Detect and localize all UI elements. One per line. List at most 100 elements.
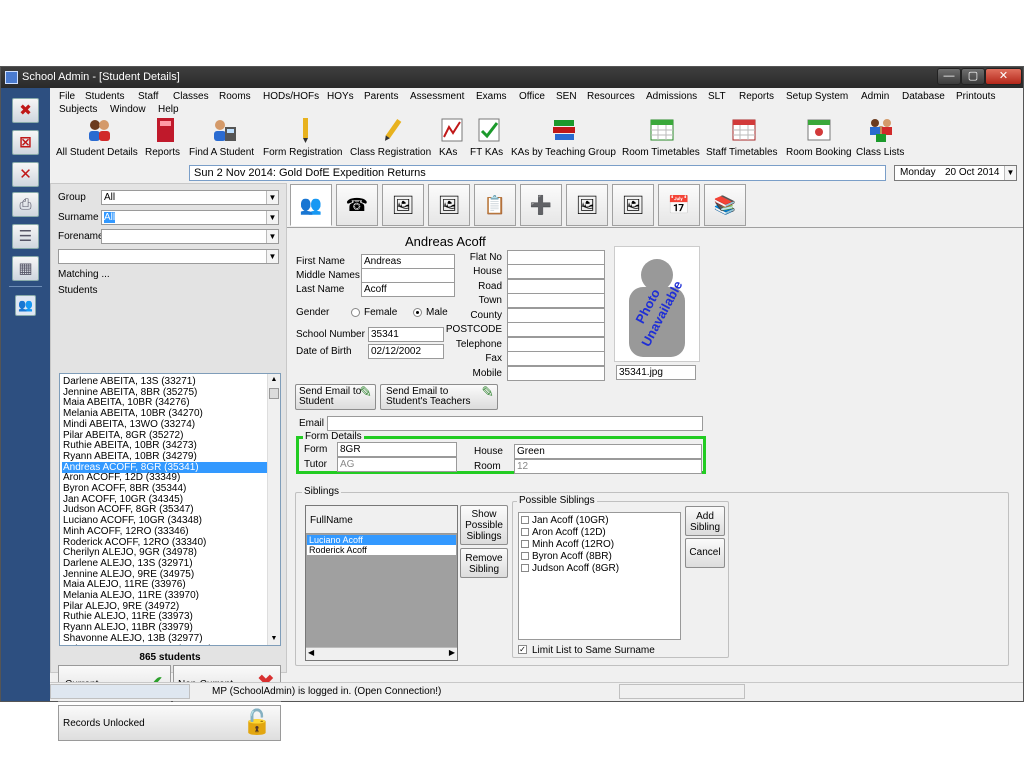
possible-sibling-item[interactable]: Jan Acoff (10GR): [521, 515, 609, 526]
maximize-button[interactable]: ▢: [961, 68, 985, 85]
possible-sibling-checkbox[interactable]: [521, 516, 529, 525]
menu-subjects[interactable]: Subjects: [59, 104, 97, 115]
menu-hoys[interactable]: HOYs: [327, 91, 354, 102]
possible-sibling-checkbox[interactable]: [521, 528, 529, 537]
menu-assessment[interactable]: Assessment: [410, 91, 464, 102]
gender-female-radio[interactable]: [351, 308, 360, 317]
room-booking-button[interactable]: Room Booking: [786, 117, 852, 161]
possible-sibling-item[interactable]: Aron Acoff (12D): [521, 527, 606, 538]
scroll-up-icon[interactable]: ▲: [269, 375, 279, 385]
date-of-birth-field[interactable]: 02/12/2002: [368, 344, 444, 359]
student-list-item[interactable]: Luciano ACOFF, 10GR (34348): [62, 515, 268, 526]
student-list-item[interactable]: Maia ABEITA, 10BR (34276): [62, 397, 268, 408]
limit-same-surname-checkbox[interactable]: ✓: [518, 645, 527, 654]
scroll-right-icon[interactable]: ▶: [449, 648, 455, 657]
menu-help[interactable]: Help: [158, 104, 179, 115]
gender-male-radio[interactable]: [413, 308, 422, 317]
tab-behaviour[interactable]: 🖼: [428, 184, 470, 226]
road-field[interactable]: [507, 279, 605, 294]
possible-sibling-checkbox[interactable]: [521, 564, 529, 573]
possible-sibling-item[interactable]: Byron Acoff (8BR): [521, 551, 612, 562]
telephone-field[interactable]: [507, 337, 605, 352]
menu-sen[interactable]: SEN: [556, 91, 577, 102]
possible-sibling-item[interactable]: Minh Acoff (12RO): [521, 539, 614, 550]
sibling-row[interactable]: Luciano Acoff: [307, 535, 456, 545]
staff-timetables-button[interactable]: Staff Timetables: [706, 117, 782, 161]
fax-field[interactable]: [507, 351, 605, 366]
fullname-column-header[interactable]: FullName: [310, 515, 353, 526]
postcode-field[interactable]: [507, 322, 605, 337]
menu-reports[interactable]: Reports: [739, 91, 774, 102]
send-email-to-teachers-button[interactable]: Send Email to Student's Teachers ✎: [380, 384, 498, 410]
menu-exams[interactable]: Exams: [476, 91, 507, 102]
student-list-item[interactable]: Minh ACOFF, 12RO (33346): [62, 526, 268, 537]
menu-slt[interactable]: SLT: [708, 91, 726, 102]
menu-office[interactable]: Office: [519, 91, 545, 102]
student-list-item[interactable]: Ryann ALEJO, 11BR (33979): [62, 622, 268, 633]
tab-parents[interactable]: 🖼: [612, 184, 654, 226]
house-field[interactable]: [507, 264, 605, 279]
email-field[interactable]: [327, 416, 703, 431]
print-button[interactable]: ⎙: [12, 192, 39, 217]
house-field[interactable]: Green: [514, 444, 702, 459]
possible-siblings-list[interactable]: Jan Acoff (10GR) Aron Acoff (12D) Minh Aco…: [518, 512, 681, 640]
form-registration-button[interactable]: Form Registration: [263, 117, 346, 161]
close-all-button[interactable]: ⊠: [12, 130, 39, 155]
cancel-button[interactable]: ✕: [12, 162, 39, 187]
room-timetables-button[interactable]: Room Timetables: [622, 117, 702, 161]
tab-personal-details[interactable]: 👥: [290, 184, 332, 226]
student-list-item[interactable]: Jan ACOFF, 10GR (34345): [62, 494, 268, 505]
scroll-down-icon[interactable]: ▼: [269, 634, 279, 644]
records-lock-button[interactable]: Records Unlocked 🔓: [58, 705, 281, 741]
student-list-item[interactable]: Ryann ABEITA, 10BR (34279): [62, 451, 268, 462]
menu-file[interactable]: File: [59, 91, 75, 102]
reports-button[interactable]: Reports: [145, 117, 185, 161]
kas-by-teaching-group-button[interactable]: KAs by Teaching Group: [511, 117, 617, 161]
town-field[interactable]: [507, 293, 605, 308]
siblings-horizontal-scrollbar[interactable]: ◀ ▶: [306, 647, 457, 660]
menu-printouts[interactable]: Printouts: [956, 91, 995, 102]
student-list-item[interactable]: Jennine ALEJO, 9RE (34975): [62, 569, 268, 580]
minimize-button[interactable]: —: [937, 68, 961, 85]
student-list-item[interactable]: Judson ACOFF, 8GR (35347): [62, 504, 268, 515]
remove-sibling-button[interactable]: Remove Sibling: [460, 548, 508, 578]
student-list-item[interactable]: Aron ACOFF, 12D (33349): [62, 472, 268, 483]
cancel-sibling-button[interactable]: Cancel: [685, 538, 725, 568]
form-field[interactable]: 8GR: [337, 442, 457, 457]
student-list-item[interactable]: Andreas ACOFF, 8GR (35341): [62, 461, 268, 473]
student-list-item[interactable]: Pilar ALEJO, 9RE (34972): [62, 601, 268, 612]
close-button[interactable]: ✕: [985, 68, 1022, 85]
student-list-item[interactable]: Byron ACOFF, 8BR (35344): [62, 483, 268, 494]
student-list-item[interactable]: Maia ALEJO, 11RE (33976): [62, 579, 268, 590]
tab-timetable[interactable]: 📅: [658, 184, 700, 226]
student-list-item[interactable]: Pilar ABEITA, 8GR (35272): [62, 430, 268, 441]
menu-resources[interactable]: Resources: [587, 91, 635, 102]
possible-sibling-checkbox[interactable]: [521, 540, 529, 549]
add-sibling-button[interactable]: Add Sibling: [685, 506, 725, 536]
forename-select[interactable]: ▼: [101, 229, 279, 244]
student-list-item[interactable]: Melania ALEJO, 11RE (33970): [62, 590, 268, 601]
tab-contacts[interactable]: ☎: [336, 184, 378, 226]
kas-button[interactable]: KAs: [439, 117, 465, 161]
student-list-item[interactable]: Darlene ABEITA, 13S (33271): [62, 376, 268, 387]
student-list[interactable]: Darlene ABEITA, 13S (33271) Jennine ABEIT…: [59, 373, 281, 646]
county-field[interactable]: [507, 308, 605, 323]
find-a-student-button[interactable]: Find A Student: [189, 117, 259, 161]
student-list-scrollbar[interactable]: ▲ ▼: [267, 374, 280, 645]
room-field[interactable]: 12: [514, 459, 702, 474]
student-list-item[interactable]: Mindi ABEITA, 13WO (33274): [62, 419, 268, 430]
menu-parents[interactable]: Parents: [364, 91, 398, 102]
student-list-item[interactable]: Ruthie ABEITA, 10BR (34273): [62, 440, 268, 451]
ft-kas-button[interactable]: FT KAs: [470, 117, 508, 161]
menu-students[interactable]: Students: [85, 91, 124, 102]
mobile-field[interactable]: [507, 366, 605, 381]
flat-no-field[interactable]: [507, 250, 605, 265]
student-list-item[interactable]: Roderick ACOFF, 12RO (33340): [62, 537, 268, 548]
scroll-thumb[interactable]: [269, 388, 279, 399]
possible-sibling-checkbox[interactable]: [521, 552, 529, 561]
student-list-item[interactable]: Melania ABEITA, 10BR (34270): [62, 408, 268, 419]
grid-view-button[interactable]: ▦: [12, 256, 39, 281]
scroll-left-icon[interactable]: ◀: [308, 648, 314, 657]
close-form-button[interactable]: ✖: [12, 98, 39, 123]
list-view-button[interactable]: ☰: [12, 224, 39, 249]
